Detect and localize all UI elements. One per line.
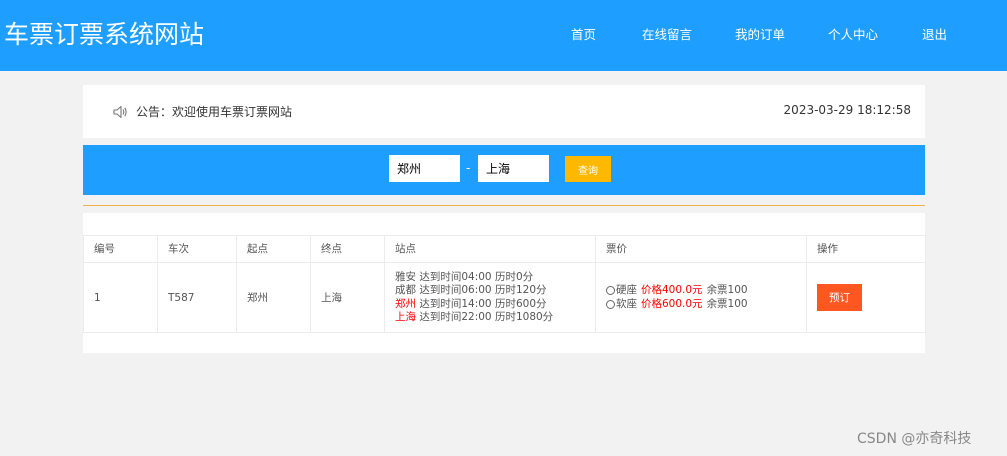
station-elapsed: 历时120分: [494, 284, 547, 296]
watermark: CSDN @亦奇科技: [857, 431, 972, 447]
seat-option[interactable]: 软座 价格600.0元 余票100: [606, 298, 806, 312]
book-button[interactable]: 预订: [817, 284, 862, 311]
cell-stations: 雅安 达到时间04:00 历时0分 成都 达到时间06:00 历时120分 郑州…: [384, 262, 596, 333]
query-button[interactable]: 查询: [565, 156, 611, 182]
nav-home[interactable]: 首页: [571, 26, 596, 44]
nav-personal-center[interactable]: 个人中心: [828, 26, 878, 44]
station-line: 成都 达到时间06:00 历时120分: [395, 284, 595, 298]
top-header: 车票订票系统网站 首页 在线留言 我的订单 个人中心 退出: [0, 0, 1007, 71]
station-elapsed: 历时600分: [494, 297, 547, 310]
station-name: 上海: [395, 311, 416, 323]
seat-type: 软座: [616, 297, 637, 310]
cell-action: 预订: [806, 262, 926, 333]
cell-start: 郑州: [236, 262, 311, 333]
header-train: 车次: [157, 235, 237, 263]
radio-icon[interactable]: [606, 286, 615, 296]
header-end: 终点: [310, 235, 385, 263]
nav-message-board[interactable]: 在线留言: [642, 26, 692, 44]
header-stations: 站点: [384, 235, 596, 263]
station-arrive: 达到时间04:00: [419, 270, 492, 283]
station-arrive: 达到时间22:00: [419, 311, 492, 323]
station-elapsed: 历时1080分: [494, 311, 554, 323]
station-line: 雅安 达到时间04:00 历时0分: [395, 271, 595, 285]
station-name: 成都: [395, 284, 416, 296]
nav-my-orders[interactable]: 我的订单: [735, 26, 785, 44]
seat-price: 价格600.0元: [641, 297, 703, 310]
table-row: 1 T587 郑州 上海 雅安 达到时间04:00 历时0分 成都 达到时间06…: [83, 262, 926, 333]
header-start: 起点: [236, 235, 311, 263]
seat-remaining: 余票100: [706, 284, 748, 296]
seat-price: 价格400.0元: [641, 284, 703, 296]
from-city-input[interactable]: [389, 155, 460, 182]
search-bar: - 查询: [83, 145, 925, 195]
cell-price: 硬座 价格400.0元 余票100 软座 价格600.0元 余票100: [595, 262, 807, 333]
cell-id: 1: [83, 262, 158, 333]
seat-type: 硬座: [616, 284, 637, 296]
result-panel: 编号 车次 起点 终点 站点 票价 操作 1 T587 郑州 上海 雅安 达到时…: [83, 213, 926, 353]
nav-logout[interactable]: 退出: [922, 26, 947, 44]
header-id: 编号: [83, 235, 158, 263]
station-name: 雅安: [395, 270, 416, 283]
route-separator: -: [466, 161, 471, 175]
header-action: 操作: [806, 235, 926, 263]
divider-line: [83, 205, 925, 206]
station-arrive: 达到时间06:00: [419, 284, 492, 296]
station-line: 上海 达到时间22:00 历时1080分: [395, 311, 595, 325]
station-line: 郑州 达到时间14:00 历时600分: [395, 298, 595, 312]
notice-time: 2023-03-29 18:12:58: [783, 103, 911, 117]
station-arrive: 达到时间14:00: [419, 297, 492, 310]
notice-bar: 公告：欢迎使用车票订票网站 2023-03-29 18:12:58: [83, 85, 925, 138]
to-city-input[interactable]: [478, 155, 549, 182]
table-header-row: 编号 车次 起点 终点 站点 票价 操作: [83, 235, 926, 263]
radio-icon[interactable]: [606, 299, 615, 309]
header-price: 票价: [595, 235, 807, 263]
train-table: 编号 车次 起点 终点 站点 票价 操作 1 T587 郑州 上海 雅安 达到时…: [83, 235, 926, 333]
station-name: 郑州: [395, 297, 416, 310]
cell-end: 上海: [310, 262, 385, 333]
site-title: 车票订票系统网站: [4, 20, 205, 49]
seat-option[interactable]: 硬座 价格400.0元 余票100: [606, 284, 806, 298]
notice-text: 公告：欢迎使用车票订票网站: [136, 105, 293, 119]
speaker-icon: [113, 105, 127, 119]
station-elapsed: 历时0分: [494, 270, 534, 283]
cell-train: T587: [157, 262, 237, 333]
seat-remaining: 余票100: [706, 297, 748, 310]
